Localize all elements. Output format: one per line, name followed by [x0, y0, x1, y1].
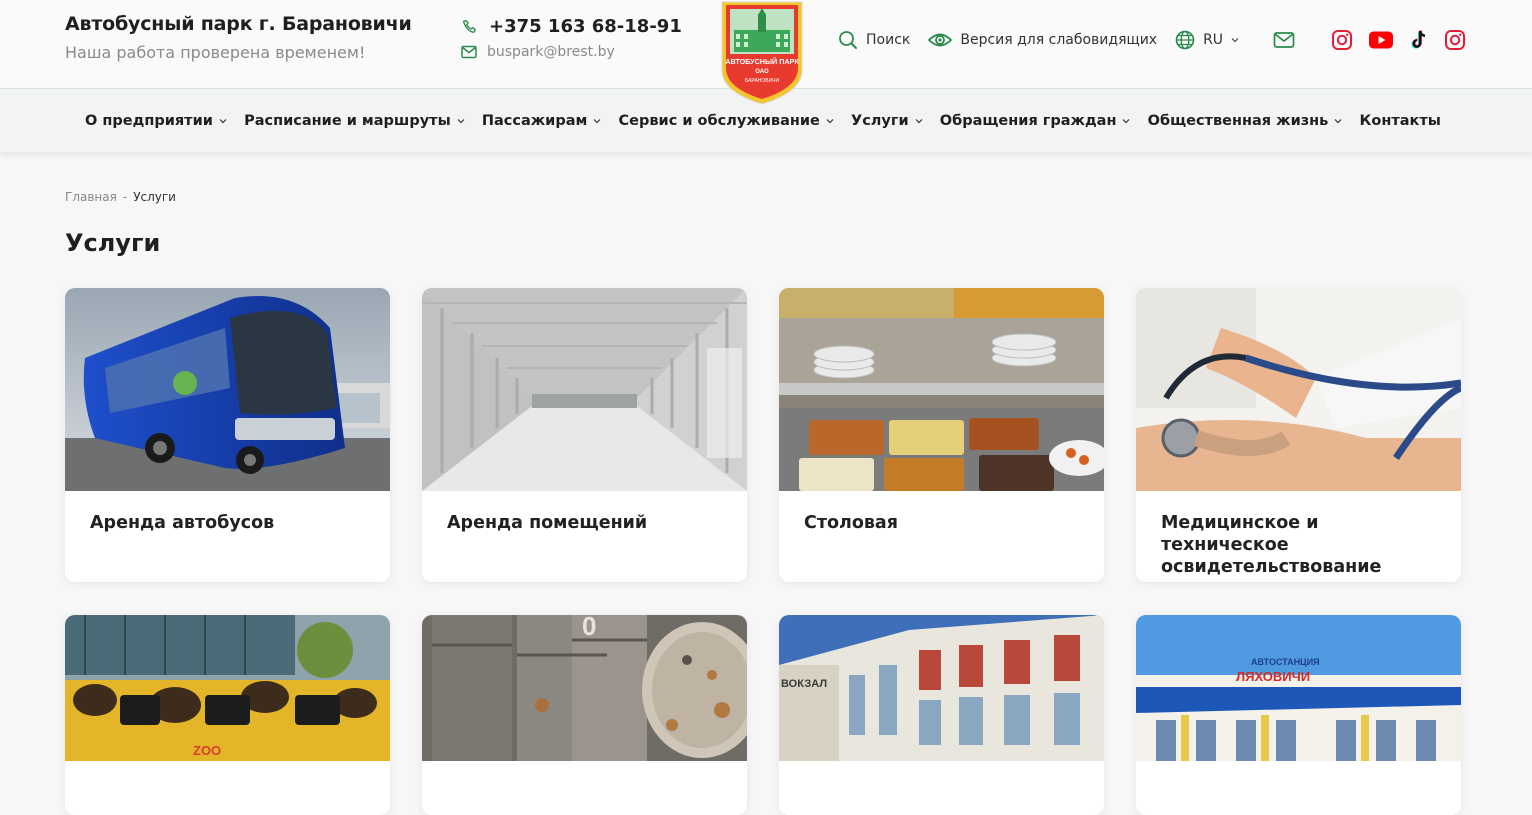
service-card-advertising[interactable]: ZOO	[65, 615, 390, 815]
image-text: ЛЯХОВИЧИ	[1236, 669, 1310, 684]
svg-text:0: 0	[582, 615, 596, 641]
tiktok-icon[interactable]	[1409, 29, 1429, 51]
youtube-icon[interactable]	[1368, 30, 1394, 50]
service-card-canteen[interactable]: Столовая	[779, 288, 1104, 582]
chevron-down-icon	[457, 118, 465, 123]
page-title: Услуги	[65, 229, 161, 257]
nav-item-schedule[interactable]: Расписание и маршруты	[244, 113, 465, 129]
email-contact[interactable]: buspark@brest.by	[461, 44, 615, 60]
service-card-bus-station[interactable]: АВТОСТАНЦИЯ ЛЯХОВИЧИ	[1136, 615, 1461, 815]
phone-icon	[462, 19, 476, 33]
chevron-down-icon	[915, 118, 923, 123]
phone-contact[interactable]: +375 163 68-18-91	[461, 16, 682, 37]
envelope-icon	[461, 45, 477, 59]
nav-item-label: Обращения граждан	[939, 112, 1117, 129]
nav-item-label: О предприятии	[85, 112, 213, 129]
card-image: ВОКЗАЛ	[779, 615, 1104, 761]
chevron-down-icon	[826, 118, 834, 123]
site-slogan: Наша работа проверена временем!	[65, 43, 366, 62]
instagram-icon[interactable]	[1331, 29, 1353, 51]
nav-item-contacts[interactable]: Контакты	[1360, 113, 1441, 129]
card-image: 0	[422, 615, 747, 761]
chevron-down-icon	[219, 118, 227, 123]
nav-item-about[interactable]: О предприятии	[85, 113, 227, 129]
search-icon	[839, 31, 857, 49]
globe-icon	[1175, 30, 1195, 50]
nav-item-label: Расписание и маршруты	[244, 112, 451, 129]
search-label: Поиск	[866, 32, 911, 48]
language-selector[interactable]: RU	[1175, 30, 1239, 50]
breadcrumb: Главная - Услуги	[65, 190, 176, 204]
chevron-down-icon	[1334, 118, 1342, 123]
nav-item-passengers[interactable]: Пассажирам	[482, 113, 602, 129]
nav-item-appeals[interactable]: Обращения граждан	[940, 113, 1131, 129]
chevron-down-icon	[1231, 38, 1239, 43]
chevron-down-icon	[1123, 118, 1130, 123]
card-image	[65, 288, 390, 491]
instagram-icon[interactable]	[1444, 29, 1466, 51]
nav-item-service[interactable]: Сервис и обслуживание	[619, 113, 834, 129]
nav-item-label: Контакты	[1359, 112, 1441, 129]
eye-icon	[928, 33, 953, 47]
breadcrumb-current: Услуги	[133, 190, 176, 204]
card-image	[779, 288, 1104, 491]
nav-item-label: Услуги	[851, 112, 909, 129]
card-image	[1136, 288, 1461, 491]
accessibility-label: Версия для слабовидящих	[960, 32, 1158, 48]
service-card-bus-rental[interactable]: Аренда автобусов	[65, 288, 390, 582]
service-card-railway-station[interactable]: ВОКЗАЛ	[779, 615, 1104, 815]
logo-text-city: БАРАНОВИЧИ	[745, 78, 780, 84]
service-card-medical-check[interactable]: Медицинское и техническое освидетельство…	[1136, 288, 1461, 582]
header-tools: Поиск Версия для слабовидящих RU	[838, 26, 1466, 54]
chevron-down-icon	[593, 118, 601, 123]
card-title[interactable]: Столовая	[804, 512, 1084, 534]
card-image: АВТОСТАНЦИЯ ЛЯХОВИЧИ	[1136, 615, 1461, 761]
language-label: RU	[1203, 32, 1224, 48]
envelope-icon	[1273, 32, 1295, 48]
service-card-barrels[interactable]: 0	[422, 615, 747, 815]
accessibility-button[interactable]: Версия для слабовидящих	[928, 31, 1157, 49]
mail-button[interactable]	[1273, 31, 1295, 49]
breadcrumb-separator: -	[122, 190, 128, 204]
logo-text: АВТОБУСНЫЙ ПАРК	[725, 57, 799, 66]
company-logo[interactable]: АВТОБУСНЫЙ ПАРК ОАО БАРАНОВИЧИ	[718, 0, 806, 106]
card-image	[422, 288, 747, 491]
nav-item-social-life[interactable]: Общественная жизнь	[1148, 113, 1343, 129]
breadcrumb-home[interactable]: Главная	[65, 190, 117, 204]
logo-text-oao: ОАО	[755, 69, 769, 75]
nav-item-label: Общественная жизнь	[1147, 112, 1329, 129]
image-text: АВТОСТАНЦИЯ	[1251, 657, 1320, 667]
email-address[interactable]: buspark@brest.by	[487, 44, 615, 60]
site-title[interactable]: Автобусный парк г. Барановичи	[65, 13, 412, 35]
nav-item-label: Сервис и обслуживание	[618, 112, 820, 129]
card-image: ZOO	[65, 615, 390, 761]
phone-number[interactable]: +375 163 68-18-91	[489, 16, 682, 37]
image-text: ZOO	[193, 743, 221, 758]
site-header: Автобусный парк г. Барановичи Наша работ…	[0, 0, 1532, 105]
search-button[interactable]: Поиск	[838, 30, 910, 50]
social-links	[1331, 29, 1466, 51]
nav-item-label: Пассажирам	[481, 112, 588, 129]
card-title[interactable]: Аренда помещений	[447, 512, 727, 534]
image-text: ВОКЗАЛ	[781, 678, 827, 690]
nav-item-services[interactable]: Услуги	[851, 113, 923, 129]
service-card-premises-rental[interactable]: Аренда помещений	[422, 288, 747, 582]
card-title[interactable]: Медицинское и техническое освидетельство…	[1161, 512, 1441, 578]
card-title[interactable]: Аренда автобусов	[90, 512, 370, 534]
